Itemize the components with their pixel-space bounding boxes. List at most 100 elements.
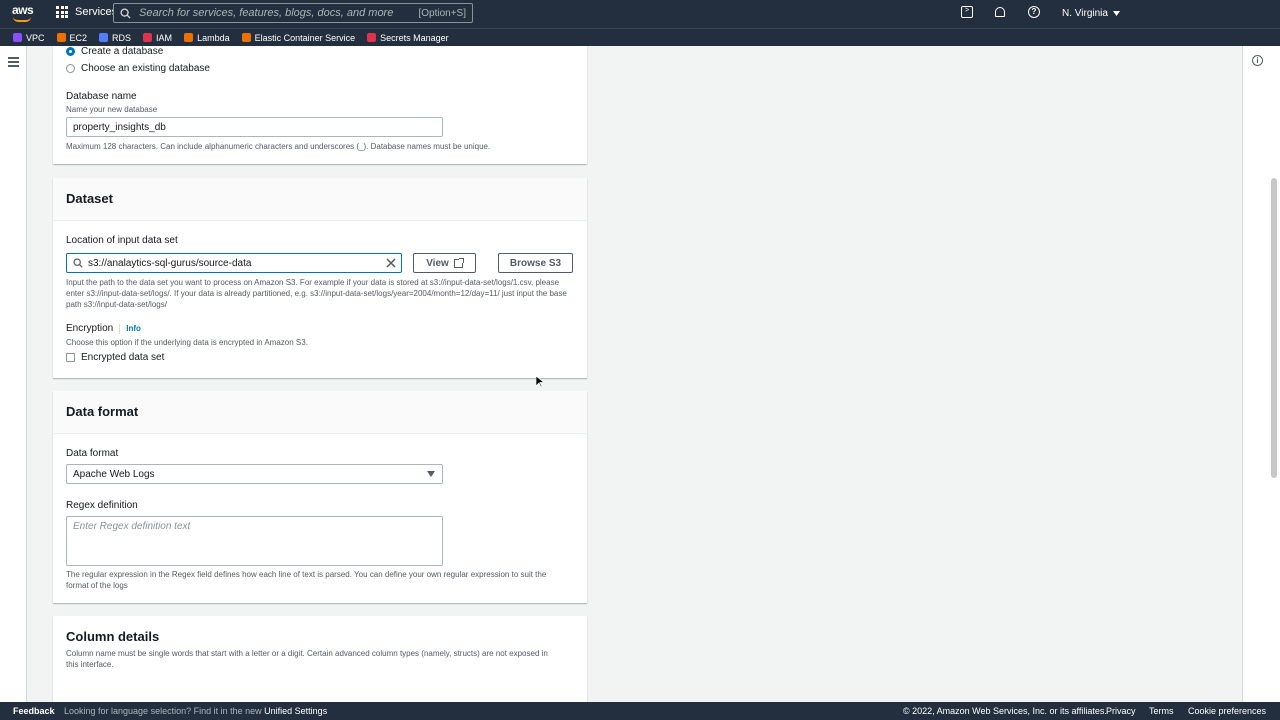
services-menu-button[interactable]: Services [56, 6, 117, 18]
left-rail [0, 46, 27, 702]
scrollbar[interactable] [1271, 178, 1277, 478]
column-details-title: Column details [66, 629, 160, 644]
format-select[interactable]: Apache Web Logs [66, 464, 443, 484]
region-selector[interactable]: N. Virginia [1062, 8, 1120, 19]
database-name-input[interactable]: property_insights_db [66, 117, 443, 137]
location-value: s3://analaytics-sql-gurus/source-data [88, 258, 252, 269]
favorite-lambda[interactable]: Lambda [184, 33, 230, 43]
checkbox-icon [66, 353, 75, 362]
data-format-title: Data format [53, 391, 587, 434]
database-name-label: Database name [66, 91, 137, 102]
notifications-button[interactable] [995, 7, 1005, 17]
browse-s3-button[interactable]: Browse S3 [498, 253, 573, 273]
dataset-title: Dataset [53, 178, 587, 221]
favorite-label: EC2 [69, 32, 88, 43]
view-button[interactable]: View [413, 253, 476, 273]
browse-s3-label: Browse S3 [509, 257, 562, 269]
feedback-link[interactable]: Feedback [13, 706, 55, 716]
caret-down-icon [1112, 11, 1120, 16]
region-label: N. Virginia [1062, 8, 1108, 19]
favorite-label: Elastic Container Service [254, 32, 356, 43]
services-label: Services [75, 6, 118, 18]
service-icon [56, 33, 66, 42]
main-content: Create a database Choose an existing dat… [27, 46, 1242, 702]
mouse-cursor-icon [536, 376, 544, 388]
encrypted-checkbox[interactable]: Encrypted data set [66, 352, 164, 363]
radio-existing-label: Choose an existing database [81, 63, 210, 74]
location-label: Location of input data set [66, 235, 178, 246]
aws-smile-icon [13, 17, 31, 22]
service-icon [184, 33, 194, 42]
favorite-label: RDS [112, 32, 132, 43]
search-icon [73, 258, 83, 268]
info-link[interactable]: Info [126, 324, 141, 333]
global-search-input[interactable]: Search for services, features, blogs, do… [113, 3, 473, 23]
regex-placeholder: Enter Regex definition text [73, 521, 191, 532]
favorite-label: Secrets Manager [380, 32, 449, 43]
cookie-preferences-link[interactable]: Cookie preferences [1188, 706, 1266, 716]
aws-logo[interactable]: aws [12, 3, 34, 23]
column-details-desc: Column name must be single words that st… [66, 649, 548, 669]
favorite-vpc[interactable]: VPC [13, 33, 45, 43]
radio-selected-icon [66, 47, 75, 56]
column-details-panel: Column details Column name must be singl… [53, 616, 587, 702]
search-shortcut: [Option+S] [418, 7, 466, 19]
favorites-bar: VPC EC2 RDS IAM Lambda Elastic Container Serv… [0, 28, 1280, 46]
favorite-label: IAM [156, 32, 173, 43]
help-button[interactable]: ? [1028, 6, 1040, 18]
top-navigation: aws Services Search for services, featur… [0, 0, 1280, 28]
info-icon[interactable]: i [1252, 55, 1263, 66]
radio-existing-database[interactable]: Choose an existing database [66, 63, 210, 74]
encryption-label: Encryption [66, 323, 114, 334]
encrypted-label: Encrypted data set [81, 352, 165, 363]
cloudshell-button[interactable]: > [961, 6, 973, 18]
database-name-value: property_insights_db [73, 122, 166, 133]
favorite-iam[interactable]: IAM [143, 33, 172, 43]
radio-create-label: Create a database [81, 46, 164, 57]
help-icon: ? [1028, 6, 1040, 18]
location-hint: Input the path to the data set you want … [66, 278, 567, 309]
location-input[interactable]: s3://analaytics-sql-gurus/source-data [66, 253, 402, 273]
format-label: Data format [66, 448, 119, 459]
service-icon [241, 33, 251, 42]
service-icon [13, 33, 22, 42]
database-name-hint: Maximum 128 characters. Can include alph… [66, 142, 491, 151]
service-icon [143, 33, 153, 42]
language-notice-text: Looking for language selection? Find it … [64, 706, 262, 716]
regex-label: Regex definition [66, 500, 138, 511]
favorite-rds[interactable]: RDS [99, 33, 131, 43]
bell-icon [995, 7, 1005, 17]
regex-textarea[interactable]: Enter Regex definition text [66, 516, 443, 566]
service-icon [99, 33, 109, 42]
format-value: Apache Web Logs [73, 469, 155, 480]
external-link-icon [453, 257, 464, 268]
favorite-label: VPC [26, 32, 45, 43]
unified-settings-link[interactable]: Unified Settings [264, 706, 327, 716]
service-icon [367, 33, 377, 42]
regex-hint: The regular expression in the Regex fiel… [66, 570, 547, 590]
favorite-secrets-manager[interactable]: Secrets Manager [367, 33, 449, 43]
favorite-label: Lambda [197, 32, 230, 43]
encryption-desc: Choose this option if the underlying dat… [66, 338, 308, 347]
privacy-link[interactable]: Privacy [1106, 706, 1136, 716]
encryption-header: Encryption Info [66, 323, 141, 334]
language-notice: Looking for language selection? Find it … [64, 706, 327, 716]
favorite-elastic-container-service[interactable]: Elastic Container Service [241, 32, 356, 43]
radio-unselected-icon [66, 64, 75, 73]
footer: Feedback Looking for language selection?… [0, 702, 1280, 720]
menu-icon[interactable] [8, 57, 19, 69]
copyright-text: © 2022, Amazon Web Services, Inc. or its… [903, 706, 1107, 716]
radio-create-database[interactable]: Create a database [66, 46, 163, 57]
database-name-desc: Name your new database [66, 105, 158, 114]
caret-down-icon [427, 471, 435, 477]
cloudshell-icon: > [961, 6, 973, 18]
grid-icon [56, 6, 68, 18]
clear-icon[interactable] [386, 258, 396, 268]
view-label: View [426, 257, 449, 269]
search-placeholder: Search for services, features, blogs, do… [139, 7, 394, 19]
data-format-panel: Data format Data format Apache Web Logs … [53, 391, 587, 603]
terms-link[interactable]: Terms [1149, 706, 1174, 716]
dataset-panel: Dataset Location of input data set s3://… [53, 178, 587, 378]
favorite-ec2[interactable]: EC2 [56, 32, 88, 43]
aws-logo-text: aws [12, 3, 34, 17]
